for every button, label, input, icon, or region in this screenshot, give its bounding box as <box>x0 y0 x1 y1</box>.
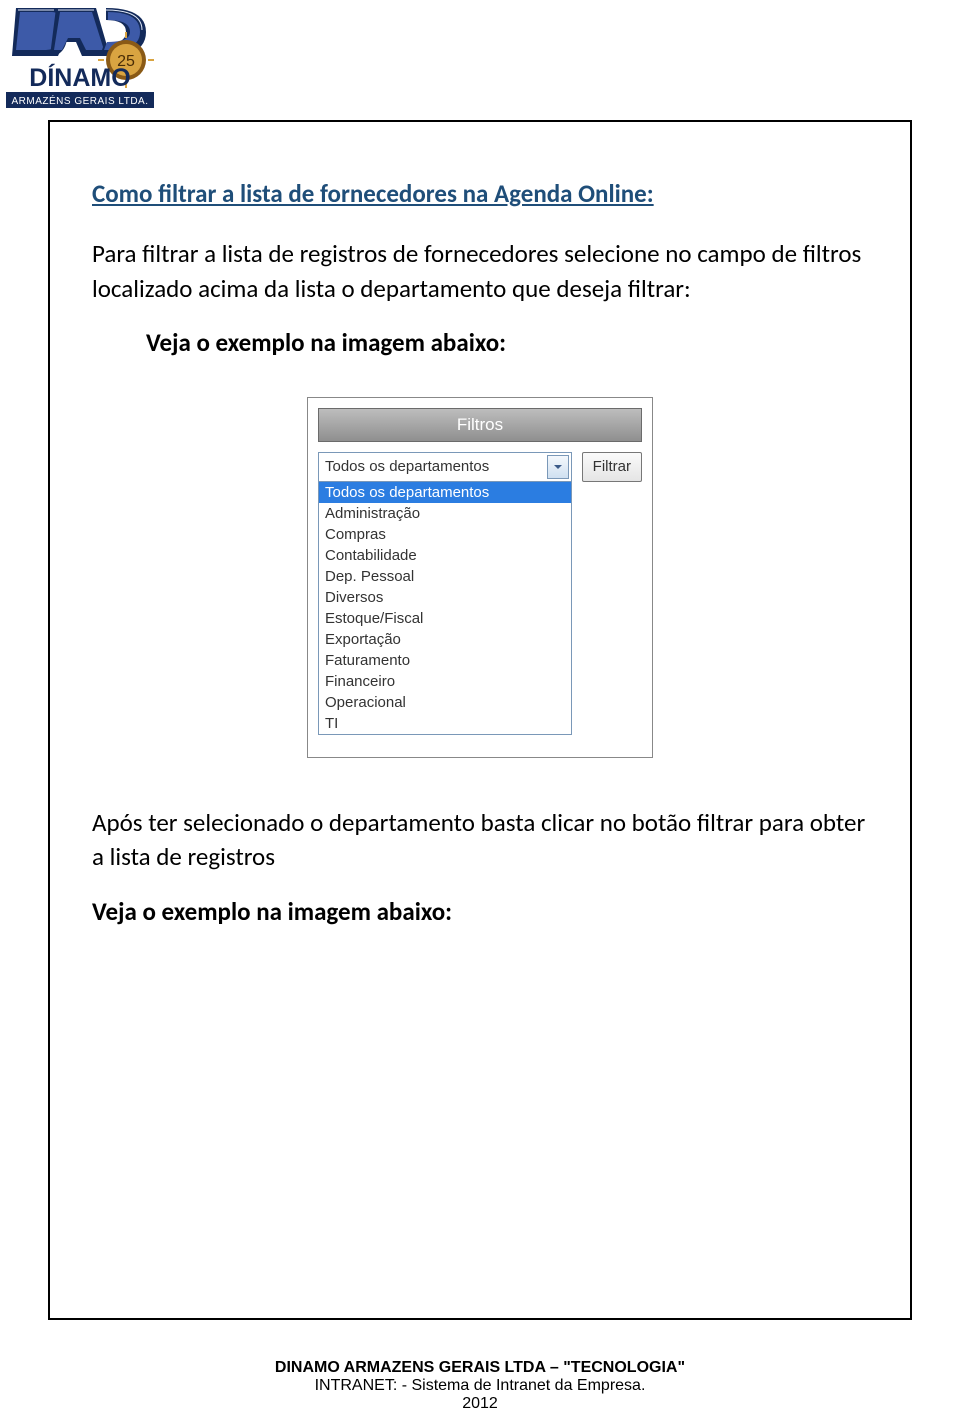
department-option[interactable]: Compras <box>319 524 571 545</box>
department-option[interactable]: Diversos <box>319 587 571 608</box>
department-select[interactable]: Todos os departamentos Todos os departam… <box>318 452 572 735</box>
department-selected-text: Todos os departamentos <box>325 458 489 475</box>
see-example-1: Veja o exemplo na imagem abaixo: <box>146 326 868 361</box>
page-footer: DINAMO ARMAZENS GERAIS LTDA – "TECNOLOGI… <box>0 1359 960 1413</box>
filters-screenshot: Filtros Todos os departamentos Todos os … <box>307 397 653 758</box>
intro-paragraph: Para filtrar a lista de registros de for… <box>92 237 868 306</box>
content-frame: Como filtrar a lista de fornecedores na … <box>48 120 912 1320</box>
department-option[interactable]: Operacional <box>319 692 571 713</box>
chevron-down-icon[interactable] <box>547 455 569 479</box>
department-select-value[interactable]: Todos os departamentos <box>318 452 572 482</box>
department-option[interactable]: Contabilidade <box>319 545 571 566</box>
brand-main-text: DÍNAMO <box>29 63 130 92</box>
department-option-list: Todos os departamentos Administração Com… <box>318 482 572 735</box>
footer-line-2: INTRANET: - Sistema de Intranet da Empre… <box>0 1377 960 1395</box>
brand-sub-text: ARMAZÉNS GERAIS LTDA. <box>11 94 148 107</box>
department-option[interactable]: Exportação <box>319 629 571 650</box>
filters-panel-header: Filtros <box>318 408 642 442</box>
after-paragraph: Após ter selecionado o departamento bast… <box>92 806 868 875</box>
department-option[interactable]: Todos os departamentos <box>319 482 571 503</box>
department-option[interactable]: Faturamento <box>319 650 571 671</box>
see-example-2: Veja o exemplo na imagem abaixo: <box>92 895 868 930</box>
footer-line-1: DINAMO ARMAZENS GERAIS LTDA – "TECNOLOGI… <box>0 1359 960 1377</box>
department-option[interactable]: Administração <box>319 503 571 524</box>
department-option[interactable]: Dep. Pessoal <box>319 566 571 587</box>
filter-button[interactable]: Filtrar <box>582 452 642 482</box>
company-logo: 25 DÍNAMO ARMAZÉNS GERAIS LTDA. <box>6 8 154 120</box>
department-option[interactable]: TI <box>319 713 571 734</box>
section-title: Como filtrar a lista de fornecedores na … <box>92 178 868 209</box>
footer-year: 2012 <box>0 1395 960 1413</box>
department-option[interactable]: Estoque/Fiscal <box>319 608 571 629</box>
department-option[interactable]: Financeiro <box>319 671 571 692</box>
